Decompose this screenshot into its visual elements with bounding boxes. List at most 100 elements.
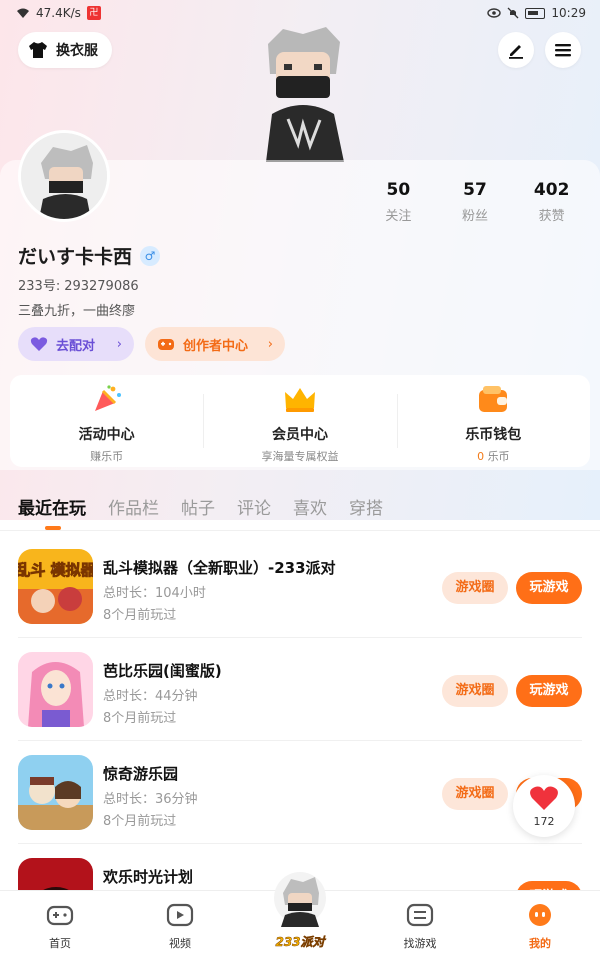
user-id[interactable]: 233号: 293279086 bbox=[18, 275, 139, 294]
tab-recent-play[interactable]: 最近在玩 bbox=[18, 494, 86, 530]
center-avatar-icon bbox=[274, 872, 326, 927]
creator-center-button[interactable]: 创作者中心 › bbox=[145, 327, 285, 361]
game-art-amusement-park bbox=[18, 755, 93, 830]
gender-male-icon: ♂ bbox=[140, 245, 161, 266]
nav-home[interactable]: 首页 bbox=[0, 891, 120, 960]
tab-outfits[interactable]: 穿搭 bbox=[349, 494, 383, 519]
stat-label: 关注 bbox=[385, 209, 412, 224]
nav-label: 我的 bbox=[529, 937, 551, 950]
game-art-barbie bbox=[18, 652, 93, 727]
user-nickname: だいす卡卡西 ♂ bbox=[18, 242, 161, 269]
feature-subtitle: 0 乐币 bbox=[397, 448, 590, 464]
edit-profile-button[interactable] bbox=[498, 32, 534, 68]
chevron-right-icon: › bbox=[267, 336, 273, 352]
crown-icon bbox=[284, 388, 315, 412]
stat-value: 50 bbox=[386, 180, 411, 200]
game-duration: 总时长：44分钟 bbox=[103, 689, 198, 704]
game-icon bbox=[18, 652, 93, 727]
game-circle-button[interactable]: 游戏圈 bbox=[442, 675, 508, 707]
brand-logo-text: 233派对 bbox=[275, 935, 325, 950]
stat-following[interactable]: 50 关注 bbox=[360, 180, 437, 224]
heart-icon bbox=[530, 786, 558, 810]
user-id-value: 293279086 bbox=[64, 279, 139, 294]
creator-center-label: 创作者中心 bbox=[183, 338, 249, 354]
party-popper-icon bbox=[94, 385, 121, 411]
change-outfit-button[interactable]: 换衣服 bbox=[18, 32, 112, 68]
play-game-button[interactable]: 玩游戏 bbox=[516, 572, 582, 604]
gamepad-icon bbox=[46, 905, 74, 926]
smiley-icon bbox=[529, 904, 551, 926]
feature-subtitle: 享海量专属权益 bbox=[261, 450, 339, 463]
floating-like-button[interactable]: 172 bbox=[513, 775, 575, 837]
pen-icon bbox=[509, 45, 523, 59]
game-title: 欢乐时光计划 bbox=[103, 868, 194, 886]
notification-icon: 卍 bbox=[86, 6, 101, 20]
list-item[interactable]: 惊奇游乐园 总时长：36分钟 8个月前玩过 游戏圈 玩游戏 bbox=[18, 741, 582, 844]
nav-label: 首页 bbox=[49, 937, 71, 950]
gamepad-icon bbox=[158, 339, 174, 350]
nav-label: 找游戏 bbox=[403, 937, 437, 950]
user-id-label: 233号: bbox=[18, 279, 61, 294]
game-art-brawl: 乱斗 模拟器 bbox=[18, 549, 93, 624]
coin-unit: 乐币 bbox=[487, 450, 510, 463]
game-duration: 总时长：104小时 bbox=[103, 586, 206, 601]
network-speed: 47.4K/s bbox=[36, 6, 81, 20]
stat-fans[interactable]: 57 粉丝 bbox=[437, 180, 514, 224]
nav-find-games[interactable]: 找游戏 bbox=[360, 891, 480, 960]
bottom-navigation: 首页 视频 233派对 找游戏 我的 bbox=[0, 872, 600, 960]
game-last-played: 8个月前玩过 bbox=[103, 711, 177, 726]
battery-icon bbox=[525, 7, 546, 19]
hamburger-icon bbox=[555, 44, 571, 57]
stat-label: 获赞 bbox=[538, 209, 565, 224]
coin-balance: 0 bbox=[477, 450, 485, 463]
character-avatar[interactable] bbox=[248, 24, 358, 162]
play-game-button[interactable]: 玩游戏 bbox=[516, 675, 582, 707]
nav-label: 视频 bbox=[169, 937, 191, 950]
tab-comments[interactable]: 评论 bbox=[237, 494, 271, 519]
coin-wallet[interactable]: 乐币钱包 0 乐币 bbox=[396, 382, 590, 463]
feature-title: 会员中心 bbox=[271, 427, 328, 443]
list-item[interactable]: 乱斗 模拟器 乱斗模拟器（全新职业）-233派对 总时长：104小时 8个月前玩… bbox=[18, 535, 582, 638]
tab-posts[interactable]: 帖子 bbox=[181, 494, 215, 519]
game-icon: 乱斗 模拟器 bbox=[18, 549, 93, 624]
clock: 10:29 bbox=[551, 6, 586, 20]
feature-subtitle: 赚乐币 bbox=[90, 450, 124, 463]
game-circle-button[interactable]: 游戏圈 bbox=[442, 572, 508, 604]
list-icon bbox=[406, 903, 434, 927]
game-art-title: 乱斗 模拟器 bbox=[18, 561, 93, 579]
stat-likes[interactable]: 402 获赞 bbox=[513, 180, 590, 224]
nav-video[interactable]: 视频 bbox=[120, 891, 240, 960]
wifi-icon bbox=[17, 8, 29, 18]
game-icon bbox=[18, 755, 93, 830]
divider bbox=[0, 530, 600, 531]
shirt-icon bbox=[29, 42, 47, 58]
nav-233-party[interactable]: 233派对 bbox=[240, 872, 360, 960]
activity-center[interactable]: 活动中心 赚乐币 bbox=[10, 382, 203, 463]
game-title: 惊奇游乐园 bbox=[103, 765, 179, 783]
profile-stats: 50 关注 57 粉丝 402 获赞 bbox=[360, 180, 590, 224]
list-item[interactable]: 芭比乐园(闺蜜版) 总时长：44分钟 8个月前玩过 游戏圈 玩游戏 bbox=[18, 638, 582, 741]
like-count: 172 bbox=[533, 815, 555, 828]
profile-tabs: 最近在玩 作品栏 帖子 评论 喜欢 穿搭 bbox=[18, 494, 383, 530]
menu-button[interactable] bbox=[545, 32, 581, 68]
game-title: 芭比乐园(闺蜜版) bbox=[103, 662, 222, 680]
stat-value: 402 bbox=[533, 180, 570, 200]
feature-title: 乐币钱包 bbox=[465, 427, 522, 443]
game-title: 乱斗模拟器（全新职业）-233派对 bbox=[103, 559, 336, 577]
game-duration: 总时长：36分钟 bbox=[103, 792, 198, 807]
nav-mine[interactable]: 我的 bbox=[480, 891, 600, 960]
feature-title: 活动中心 bbox=[78, 427, 135, 443]
match-button[interactable]: 去配对 › bbox=[18, 327, 134, 361]
membership-center[interactable]: 会员中心 享海量专属权益 bbox=[203, 382, 396, 463]
game-circle-button[interactable]: 游戏圈 bbox=[442, 778, 508, 810]
tab-likes[interactable]: 喜欢 bbox=[293, 494, 327, 519]
feature-panel: 活动中心 赚乐币 会员中心 享海量专属权益 乐币钱包 0 乐币 bbox=[10, 375, 590, 467]
change-outfit-label: 换衣服 bbox=[56, 43, 98, 59]
nickname-text: だいす卡卡西 bbox=[18, 246, 133, 268]
chevron-right-icon: › bbox=[116, 336, 122, 352]
mute-icon bbox=[507, 7, 519, 19]
stat-label: 粉丝 bbox=[462, 209, 489, 224]
tab-works[interactable]: 作品栏 bbox=[108, 494, 159, 519]
wallet-icon bbox=[479, 386, 508, 412]
profile-avatar[interactable] bbox=[18, 130, 110, 222]
